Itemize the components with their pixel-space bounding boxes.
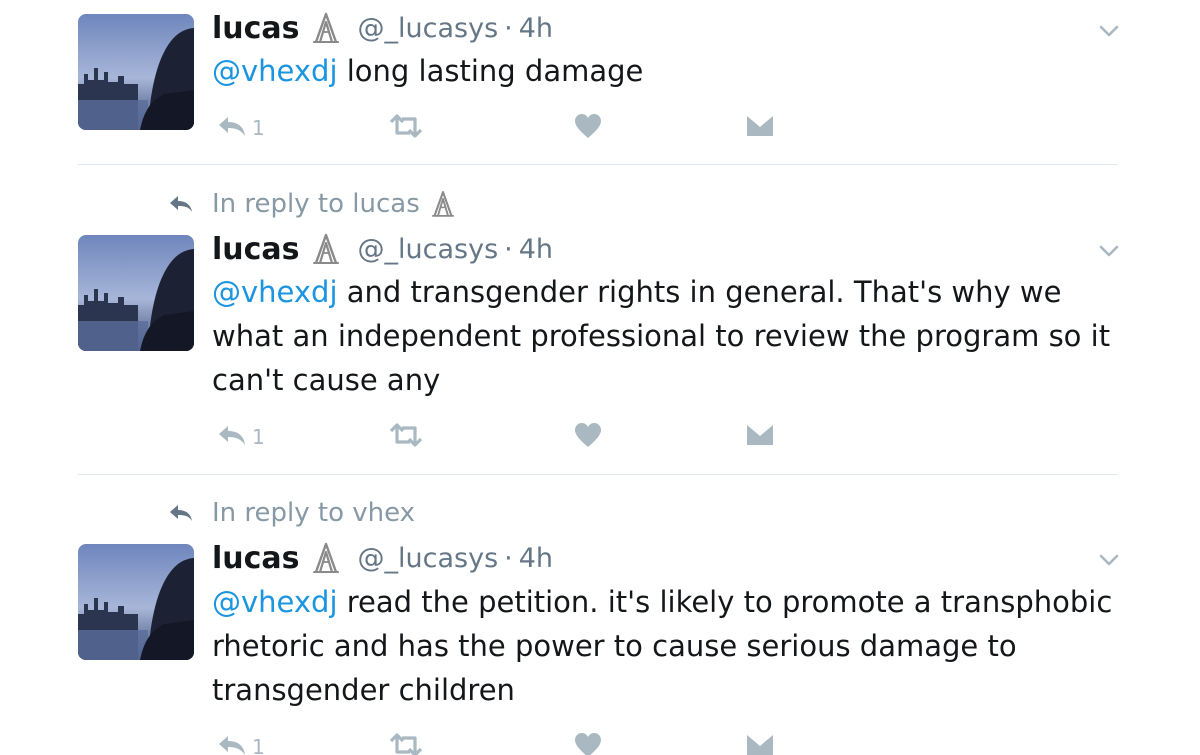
timestamp[interactable]: 4h	[519, 13, 553, 44]
reply-arrow-icon	[170, 196, 192, 212]
user-handle[interactable]: @_lucasys	[358, 543, 499, 574]
in-reply-to[interactable]: In reply to lucas	[168, 184, 460, 224]
like-button[interactable]	[574, 108, 602, 144]
chevron-down-icon[interactable]	[1099, 244, 1119, 258]
tweet-text: @vhexdj and transgender rights in genera…	[212, 270, 1132, 402]
direct-message-button[interactable]	[746, 108, 774, 144]
heart-icon	[575, 423, 601, 447]
display-name[interactable]: lucas	[212, 232, 300, 267]
paperclip-emoji-icon	[426, 187, 460, 221]
tweet-header: lucas @_lucasys · 4h	[212, 229, 553, 269]
in-reply-name: lucas	[352, 189, 420, 219]
chevron-down-icon[interactable]	[1099, 553, 1119, 567]
heart-icon	[575, 733, 601, 755]
tweet-header: lucas @_lucasys · 4h	[212, 538, 553, 578]
mention-link[interactable]: @vhexdj	[212, 54, 338, 88]
like-button[interactable]	[574, 727, 602, 755]
separator: ·	[504, 542, 513, 574]
tweet-actions: 1	[212, 108, 792, 144]
paperclip-emoji-icon	[306, 8, 346, 48]
retweet-button[interactable]	[388, 108, 424, 144]
avatar[interactable]	[78, 14, 194, 130]
mention-link[interactable]: @vhexdj	[212, 585, 338, 619]
heart-icon	[575, 114, 601, 138]
timestamp[interactable]: 4h	[519, 543, 553, 574]
reply-arrow-icon	[219, 736, 245, 755]
tweet-text: @vhexdj long lasting damage	[212, 49, 1132, 93]
chevron-down-icon[interactable]	[1099, 24, 1119, 38]
retweet-button[interactable]	[388, 727, 424, 755]
divider	[78, 474, 1118, 475]
reply-count: 1	[252, 116, 265, 140]
reply-count: 1	[252, 425, 265, 449]
reply-arrow-icon	[170, 505, 192, 521]
envelope-icon	[747, 425, 773, 445]
reply-arrow-icon	[219, 117, 245, 136]
tweet-body: read the petition. it's likely to promot…	[212, 585, 1113, 707]
avatar[interactable]	[78, 235, 194, 351]
paperclip-emoji-icon	[306, 538, 346, 578]
reply-arrow-icon	[219, 426, 245, 445]
in-reply-to[interactable]: In reply to vhex	[168, 493, 415, 533]
separator: ·	[504, 233, 513, 265]
in-reply-prefix: In reply to	[212, 498, 345, 528]
timestamp[interactable]: 4h	[519, 234, 553, 265]
like-button[interactable]	[574, 417, 602, 453]
separator: ·	[504, 12, 513, 44]
display-name[interactable]: lucas	[212, 11, 300, 46]
retweet-icon	[389, 423, 423, 447]
tweet-actions: 1	[212, 417, 792, 453]
display-name[interactable]: lucas	[212, 541, 300, 576]
divider	[78, 164, 1118, 165]
in-reply-prefix: In reply to	[212, 189, 345, 219]
reply-count: 1	[252, 735, 265, 755]
tweet-body: long lasting damage	[337, 54, 644, 88]
paperclip-emoji-icon	[306, 229, 346, 269]
retweet-icon	[389, 114, 423, 138]
retweet-button[interactable]	[388, 417, 424, 453]
tweet-actions: 1	[212, 727, 792, 755]
direct-message-button[interactable]	[746, 417, 774, 453]
mention-link[interactable]: @vhexdj	[212, 275, 338, 309]
user-handle[interactable]: @_lucasys	[358, 234, 499, 265]
in-reply-name: vhex	[352, 498, 416, 528]
envelope-icon	[747, 735, 773, 755]
direct-message-button[interactable]	[746, 727, 774, 755]
tweet-header: lucas @_lucasys · 4h	[212, 8, 553, 48]
tweet-text: @vhexdj read the petition. it's likely t…	[212, 580, 1132, 712]
reply-button[interactable]: 1	[216, 417, 265, 453]
user-handle[interactable]: @_lucasys	[358, 13, 499, 44]
tweet-body: and transgender rights in general. That'…	[212, 275, 1111, 397]
envelope-icon	[747, 116, 773, 136]
retweet-icon	[389, 733, 423, 755]
reply-button[interactable]: 1	[216, 727, 265, 755]
reply-button[interactable]: 1	[216, 108, 265, 144]
avatar[interactable]	[78, 544, 194, 660]
